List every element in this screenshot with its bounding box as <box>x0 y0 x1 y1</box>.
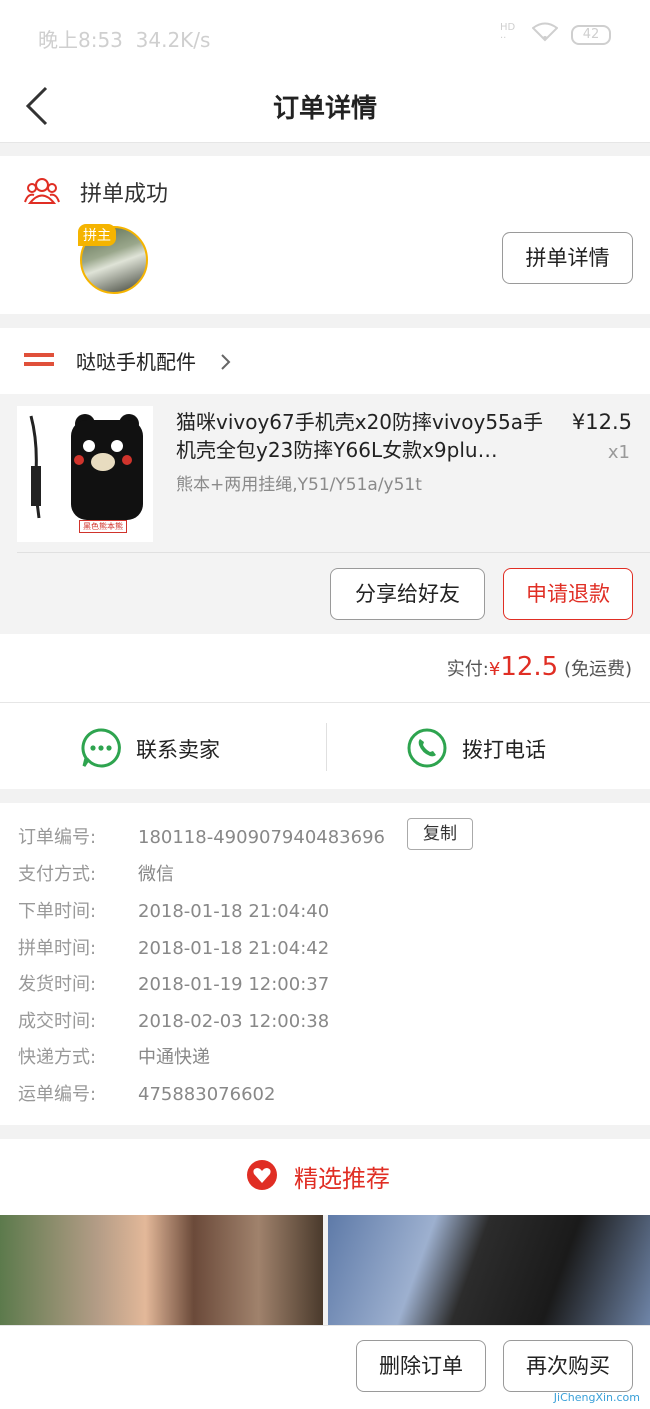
contact-row: 联系卖家 拨打电话 <box>0 703 650 789</box>
payment-summary: 实付:¥12.5 (免运费) <box>447 652 632 682</box>
watermark-text: JiChengXin.com <box>553 1391 640 1404</box>
status-speed: 34.2K/s <box>135 28 211 52</box>
group-time-row: 拼单时间: 2018-01-18 21:04:42 <box>18 934 329 960</box>
share-button[interactable]: 分享给好友 <box>330 568 485 620</box>
group-people-icon <box>24 176 60 210</box>
product-spec: 熊本+两用挂绳,Y51/Y51a/y51t <box>176 475 422 495</box>
info-key: 拼单时间: <box>18 938 97 959</box>
info-key: 运单编号: <box>18 1084 97 1105</box>
recommend-title: 精选推荐 <box>294 1165 390 1193</box>
order-number: 180118-490907940483696 <box>138 827 385 848</box>
tracking-number-row: 运单编号: 475883076602 <box>18 1080 275 1106</box>
group-status: 拼单成功 <box>80 182 169 207</box>
payment-row: 实付:¥12.5 (免运费) <box>0 634 650 703</box>
product-item: 黑色熊本熊 猫咪vivoy67手机壳x20防摔vivoy55a手机壳全包y23防… <box>0 394 650 634</box>
payment-amount: 12.5 <box>500 652 559 682</box>
payment-label: 实付: <box>446 659 489 680</box>
status-bar: 晚上8:53 34.2K/s HD ·· 42 <box>0 0 650 70</box>
host-badge: 拼主 <box>78 224 116 246</box>
contact-seller-label: 联系卖家 <box>136 738 220 762</box>
product-image-label: 黑色熊本熊 <box>79 520 127 533</box>
product-image[interactable]: 黑色熊本熊 <box>17 406 153 542</box>
watermark-logo: JiChengXin.com <box>534 1358 644 1406</box>
copy-button[interactable]: 复制 <box>407 818 473 850</box>
product-price: ¥12.5 <box>571 410 632 434</box>
info-value: 2018-01-18 21:04:40 <box>138 901 330 922</box>
shipping-note: (免运费) <box>563 659 632 680</box>
hd-icon: HD ·· <box>500 22 516 44</box>
shop-row[interactable]: 哒哒手机配件 <box>0 328 650 394</box>
info-key: 下单时间: <box>18 901 97 922</box>
page-title: 订单详情 <box>272 94 377 124</box>
complete-time-row: 成交时间: 2018-02-03 12:00:38 <box>18 1007 329 1033</box>
courier-row: 快递方式: 中通快递 <box>18 1043 210 1069</box>
payment-currency: ¥ <box>488 659 501 680</box>
chevron-right-icon <box>219 352 233 376</box>
info-key: 成交时间: <box>18 1011 97 1032</box>
divider <box>17 552 650 553</box>
product-quantity: x1 <box>607 442 630 463</box>
status-time: 晚上8:53 34.2K/s <box>38 24 210 53</box>
phone-icon <box>406 727 448 774</box>
shop-name: 哒哒手机配件 <box>76 350 196 374</box>
refund-button[interactable]: 申请退款 <box>503 568 633 620</box>
info-value: 2018-01-18 21:04:42 <box>138 938 330 959</box>
order-info-card: 订单编号: 180118-490907940483696 复制 支付方式: 微信 下… <box>0 803 650 1125</box>
info-key: 支付方式: <box>18 864 97 885</box>
shop-logo <box>22 350 56 372</box>
recommend-header: 精选推荐 <box>0 1139 650 1215</box>
battery-icon: 42 <box>571 25 611 45</box>
info-key: 订单编号: <box>18 827 97 848</box>
chat-icon <box>80 727 122 774</box>
delete-order-button[interactable]: 删除订单 <box>356 1340 486 1392</box>
recommend-item-image[interactable] <box>328 1215 650 1325</box>
heart-badge-icon <box>246 1159 278 1195</box>
info-key: 发货时间: <box>18 974 97 995</box>
product-title[interactable]: 猫咪vivoy67手机壳x20防摔vivoy55a手机壳全包y23防摔Y66L女… <box>176 408 546 464</box>
avatar[interactable]: 拼主 <box>78 224 148 294</box>
group-detail-button[interactable]: 拼单详情 <box>502 232 633 284</box>
tracking-number: 475883076602 <box>138 1084 276 1105</box>
info-value: 2018-02-03 12:00:38 <box>138 1011 330 1032</box>
payment-method-row: 支付方式: 微信 <box>18 860 174 886</box>
info-key: 快递方式: <box>18 1047 97 1068</box>
wifi-icon <box>531 22 559 47</box>
call-phone-label: 拨打电话 <box>462 738 546 762</box>
status-time-text: 晚上8:53 <box>38 28 123 52</box>
info-value: 2018-01-19 12:00:37 <box>138 974 330 995</box>
ship-time-row: 发货时间: 2018-01-19 12:00:37 <box>18 970 329 996</box>
divider <box>326 723 327 771</box>
recommend-item-image[interactable] <box>0 1215 323 1325</box>
order-number-row: 订单编号: 180118-490907940483696 <box>18 823 385 849</box>
info-value: 微信 <box>138 864 174 885</box>
info-value: 中通快递 <box>138 1047 210 1068</box>
group-buy-card: 拼单成功 拼主 拼单详情 <box>0 156 650 314</box>
nav-bar: 订单详情 <box>0 70 650 143</box>
battery-level: 42 <box>582 27 600 42</box>
order-time-row: 下单时间: 2018-01-18 21:04:40 <box>18 897 329 923</box>
